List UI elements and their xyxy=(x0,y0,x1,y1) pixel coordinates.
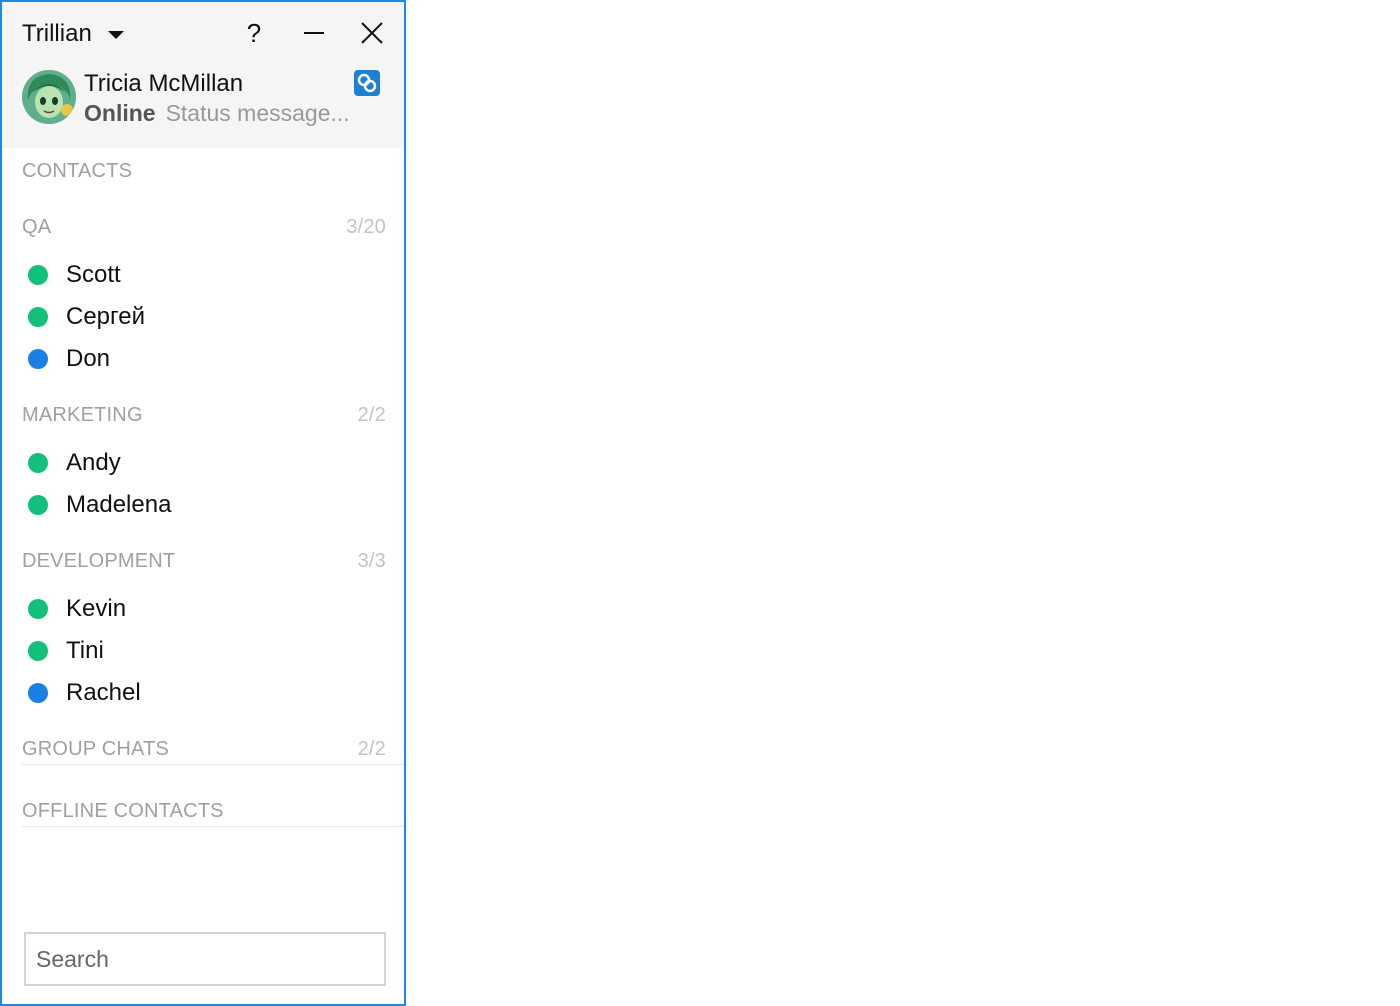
online-status-icon xyxy=(28,641,48,661)
contacts-header-label: CONTACTS xyxy=(22,160,133,182)
title-bar: Trillian ? xyxy=(2,2,404,64)
contact-name: Сергей xyxy=(66,303,146,330)
contacts-header: CONTACTS xyxy=(22,160,386,183)
avatar-image xyxy=(22,70,76,124)
online-status-icon xyxy=(28,599,48,619)
profile-name[interactable]: Tricia McMillan xyxy=(84,70,243,98)
online-status-icon xyxy=(28,265,48,285)
contact-item[interactable]: Andy xyxy=(22,443,386,483)
contact-item[interactable]: Сергей xyxy=(22,297,386,337)
contact-item[interactable]: Madelena xyxy=(22,485,386,525)
group-count: 3/3 xyxy=(357,550,386,572)
group-header-development[interactable]: DEVELOPMENT 3/3 xyxy=(22,550,386,573)
minimize-icon xyxy=(304,32,324,34)
link-icon xyxy=(354,70,380,96)
online-status-icon xyxy=(28,495,48,515)
help-button[interactable]: ? xyxy=(236,16,272,50)
group-chats-count: 2/2 xyxy=(357,738,386,760)
minimize-button[interactable] xyxy=(296,16,332,50)
away-status-icon xyxy=(28,683,48,703)
group-header-marketing[interactable]: MARKETING 2/2 xyxy=(22,404,386,427)
group-name: QA xyxy=(22,216,52,238)
app-menu-button[interactable]: Trillian xyxy=(22,16,124,52)
contact-item[interactable]: Tini xyxy=(22,631,386,671)
contact-name: Tini xyxy=(66,637,104,664)
protocol-icon[interactable] xyxy=(354,70,380,96)
trillian-window: Trillian ? Tricia McMillan Online Status… xyxy=(0,0,406,1006)
avatar[interactable] xyxy=(22,70,76,124)
status-selector[interactable]: Online xyxy=(84,100,156,126)
online-status-icon xyxy=(28,453,48,473)
contact-item[interactable]: Don xyxy=(22,339,386,379)
contact-name: Madelena xyxy=(66,491,172,518)
contact-name: Don xyxy=(66,345,111,372)
search-input[interactable] xyxy=(24,932,386,986)
contact-name: Andy xyxy=(66,449,121,476)
group-chats-label: GROUP CHATS xyxy=(22,738,170,760)
online-status-icon xyxy=(28,307,48,327)
chevron-down-icon xyxy=(107,31,124,39)
contact-name: Kevin xyxy=(66,595,127,622)
group-count: 3/20 xyxy=(346,216,386,238)
app-title: Trillian xyxy=(22,20,92,47)
divider xyxy=(22,826,404,827)
offline-contacts-label: OFFLINE CONTACTS xyxy=(22,800,224,822)
contact-name: Scott xyxy=(66,261,121,288)
divider xyxy=(22,764,404,765)
contact-name: Rachel xyxy=(66,679,141,706)
group-header-qa[interactable]: QA 3/20 xyxy=(22,216,386,239)
group-name: MARKETING xyxy=(22,404,143,426)
close-icon xyxy=(361,22,383,44)
away-status-icon xyxy=(28,349,48,369)
status-line: Online Status message... xyxy=(84,100,350,127)
profile-panel: Tricia McMillan Online Status message... xyxy=(2,64,404,148)
offline-contacts-header[interactable]: OFFLINE CONTACTS xyxy=(22,800,386,823)
group-count: 2/2 xyxy=(357,404,386,426)
status-message-field[interactable]: Status message... xyxy=(166,100,350,126)
contact-item[interactable]: Kevin xyxy=(22,589,386,629)
group-chats-header[interactable]: GROUP CHATS 2/2 xyxy=(22,738,386,761)
group-name: DEVELOPMENT xyxy=(22,550,176,572)
contact-item[interactable]: Scott xyxy=(22,255,386,295)
contact-item[interactable]: Rachel xyxy=(22,673,386,713)
close-button[interactable] xyxy=(354,16,390,50)
